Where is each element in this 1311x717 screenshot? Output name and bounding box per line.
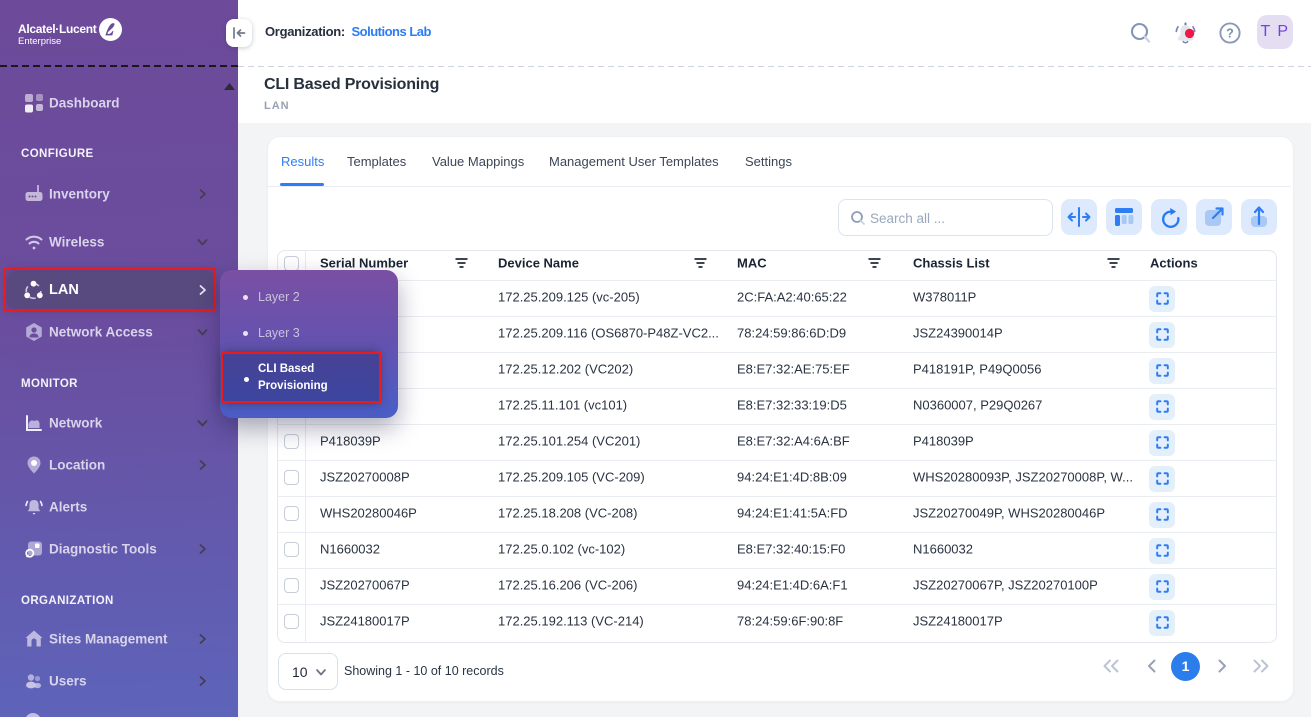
svg-text:?: ?	[1226, 26, 1234, 40]
